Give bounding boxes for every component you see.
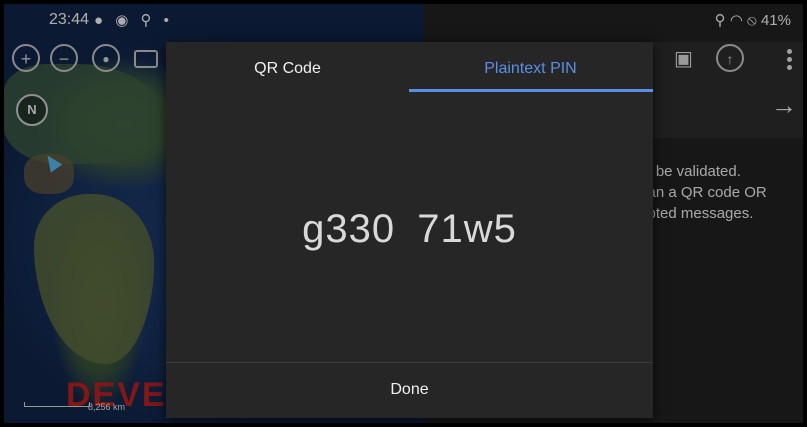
screen: N DEVEL 8,256 km → st be validated. can … xyxy=(4,4,803,423)
active-tab-indicator xyxy=(409,89,653,92)
tab-plaintext-pin[interactable]: Plaintext PIN xyxy=(409,42,652,92)
dialog-tabs: QR Code Plaintext PIN xyxy=(166,42,653,92)
done-button[interactable]: Done xyxy=(166,363,653,418)
pin-dialog: QR Code Plaintext PIN g330 71w5 Done xyxy=(166,42,653,418)
pin-code: g330 71w5 xyxy=(302,207,517,251)
tab-qr-code[interactable]: QR Code xyxy=(166,42,409,92)
